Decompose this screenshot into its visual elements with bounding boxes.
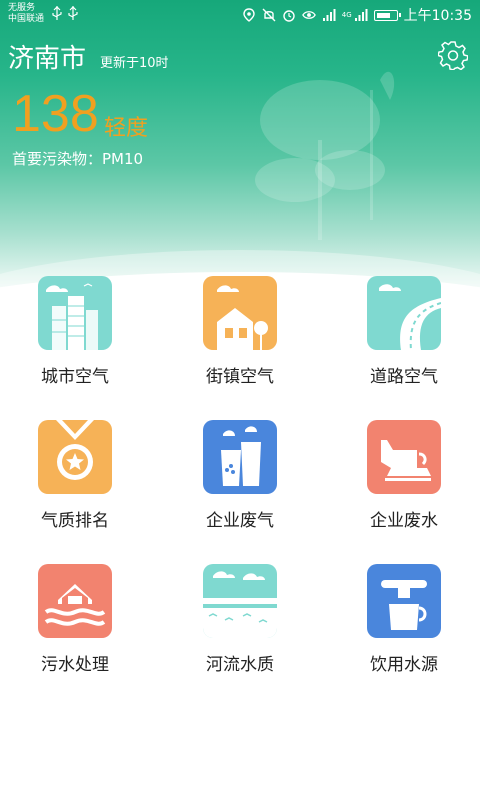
signal-icon xyxy=(354,9,368,21)
city-buildings-icon xyxy=(38,276,112,350)
carrier-line-1: 无服务 xyxy=(8,3,36,13)
tile-enterprise-exhaust[interactable]: 企业废气 xyxy=(170,420,310,550)
tile-label: 污水处理 xyxy=(41,655,109,675)
tile-label: 河流水质 xyxy=(206,655,274,675)
city-name[interactable]: 济南市 xyxy=(8,38,86,75)
tile-label: 街镇空气 xyxy=(206,367,274,387)
eye-icon xyxy=(301,11,316,19)
mute-icon xyxy=(262,8,276,22)
town-house-icon xyxy=(203,276,277,350)
clock-time: 上午10:35 xyxy=(403,8,472,24)
tile-label: 企业废水 xyxy=(370,511,438,531)
status-bar: 无服务 中国联通 4G 上午10:35 xyxy=(0,0,480,30)
aqi-value: 138 xyxy=(12,85,99,143)
factory-icon xyxy=(203,420,277,494)
tile-label: 道路空气 xyxy=(370,367,438,387)
network-type-label: 4G xyxy=(341,11,352,19)
tile-drinking-water-source[interactable]: 饮用水源 xyxy=(334,564,474,694)
tile-road-air[interactable]: 道路空气 xyxy=(334,276,474,406)
tile-enterprise-wastewater[interactable]: 企业废水 xyxy=(334,420,474,550)
tile-label: 气质排名 xyxy=(41,511,109,531)
signal-icon xyxy=(322,9,336,21)
river-icon xyxy=(203,564,277,638)
tile-sewage-treatment[interactable]: 污水处理 xyxy=(5,564,145,694)
aqi-level: 轻度 xyxy=(104,116,149,141)
lotus-decoration-icon xyxy=(255,71,395,240)
location-icon xyxy=(243,8,255,22)
water-tap-icon xyxy=(367,564,441,638)
tile-label: 城市空气 xyxy=(41,367,109,387)
primary-pollutant: 首要污染物：PM10 xyxy=(12,150,144,168)
battery-icon xyxy=(373,9,401,21)
update-time: 更新于10时 xyxy=(100,56,169,71)
tile-town-air[interactable]: 街镇空气 xyxy=(170,276,310,406)
carrier-line-2: 中国联通 xyxy=(8,14,45,24)
sewage-house-icon xyxy=(38,564,112,638)
carrier-info: 无服务 中国联通 xyxy=(8,3,44,25)
medal-star-icon xyxy=(38,420,112,494)
tile-river-water-quality[interactable]: 河流水质 xyxy=(170,564,310,694)
tile-air-quality-ranking[interactable]: 气质排名 xyxy=(5,420,145,550)
settings-gear-icon[interactable] xyxy=(438,40,468,70)
tile-label: 企业废气 xyxy=(206,511,274,531)
usb-icon xyxy=(52,6,62,20)
status-icons: 4G 上午10:35 xyxy=(242,5,472,25)
wastewater-pipe-icon xyxy=(367,420,441,494)
tile-label: 饮用水源 xyxy=(370,655,438,675)
usb-icon xyxy=(68,6,78,20)
road-icon xyxy=(367,276,441,350)
alarm-icon xyxy=(283,10,295,22)
tile-city-air[interactable]: 城市空气 xyxy=(5,276,145,406)
